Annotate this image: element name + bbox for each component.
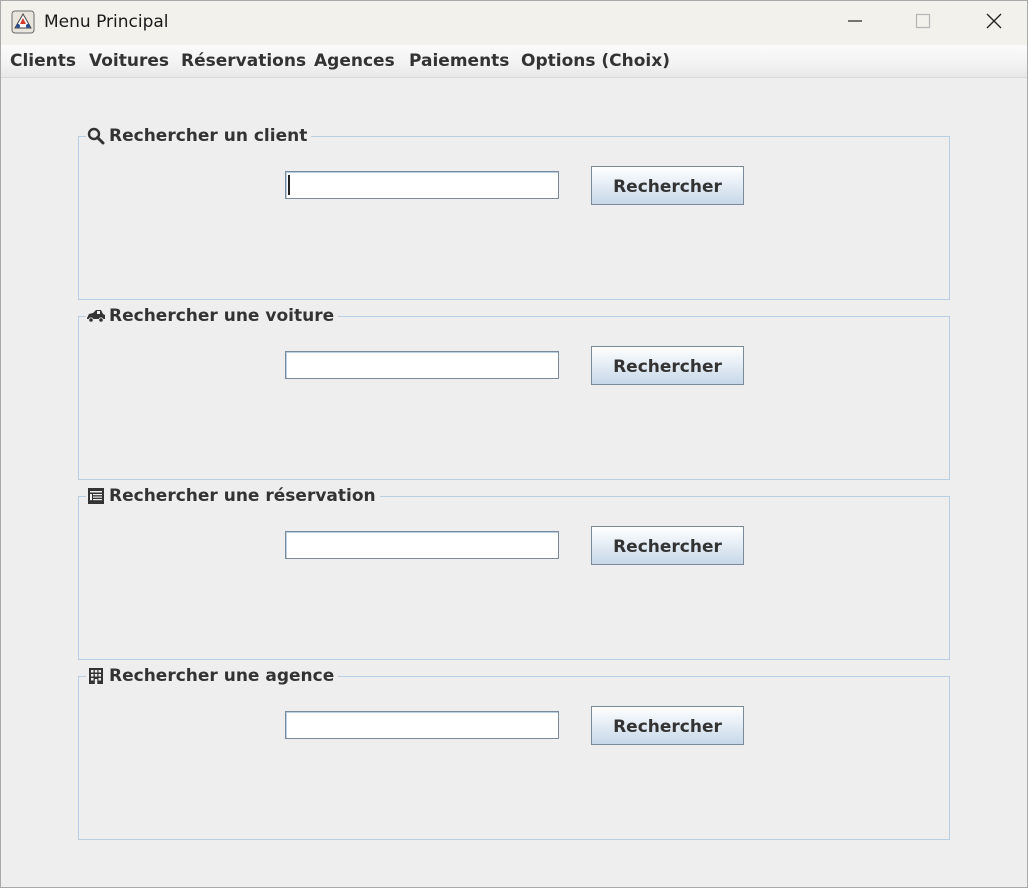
car-search-input[interactable] [285,351,559,379]
panel-title-text: Rechercher un client [109,126,308,146]
menu-agences[interactable]: Agences [314,51,395,71]
client-search-input[interactable] [285,171,559,199]
reservation-search-button[interactable]: Rechercher [591,526,744,565]
reservation-search-input[interactable] [285,531,559,559]
search-icon [86,126,106,146]
close-icon [985,12,1003,34]
window-title: Menu Principal [44,12,169,32]
panel-title-text: Rechercher une agence [109,666,335,686]
close-button[interactable] [959,1,1028,45]
menu-clients[interactable]: Clients [10,51,76,71]
panel-title-text: Rechercher une réservation [109,486,376,506]
agency-search-button[interactable]: Rechercher [591,706,744,745]
main-window: Menu Principal Clients Voitures Réservat… [0,0,1028,888]
client-search-button[interactable]: Rechercher [591,166,744,205]
panel-search-reservation: Rechercher une réservation Rechercher [78,485,950,660]
maximize-button[interactable] [888,1,958,45]
panel-search-agency: Rechercher une agence Rechercher [78,665,950,840]
panel-title: Rechercher un client [86,125,312,147]
panel-search-client: Rechercher un client Rechercher [78,125,950,300]
java-app-icon [11,10,35,34]
panel-title: Rechercher une réservation [86,485,380,507]
car-icon [86,306,106,326]
menu-voitures[interactable]: Voitures [89,51,169,71]
text-caret [288,175,290,195]
menu-reservations[interactable]: Réservations [181,51,306,71]
menu-bar: Clients Voitures Réservations Agences Pa… [1,45,1027,78]
panel-title-text: Rechercher une voiture [109,306,335,326]
title-bar[interactable]: Menu Principal [1,1,1027,45]
menu-paiements[interactable]: Paiements [409,51,509,71]
building-icon [86,666,106,686]
panel-title: Rechercher une voiture [86,305,339,327]
calendar-icon [86,486,106,506]
car-search-button[interactable]: Rechercher [591,346,744,385]
maximize-icon [915,13,931,33]
minimize-icon [847,13,863,33]
panel-search-car: Rechercher une voiture Rechercher [78,305,950,480]
panel-title: Rechercher une agence [86,665,339,687]
minimize-button[interactable] [820,1,890,45]
agency-search-input[interactable] [285,711,559,739]
menu-options[interactable]: Options (Choix) [521,51,670,71]
